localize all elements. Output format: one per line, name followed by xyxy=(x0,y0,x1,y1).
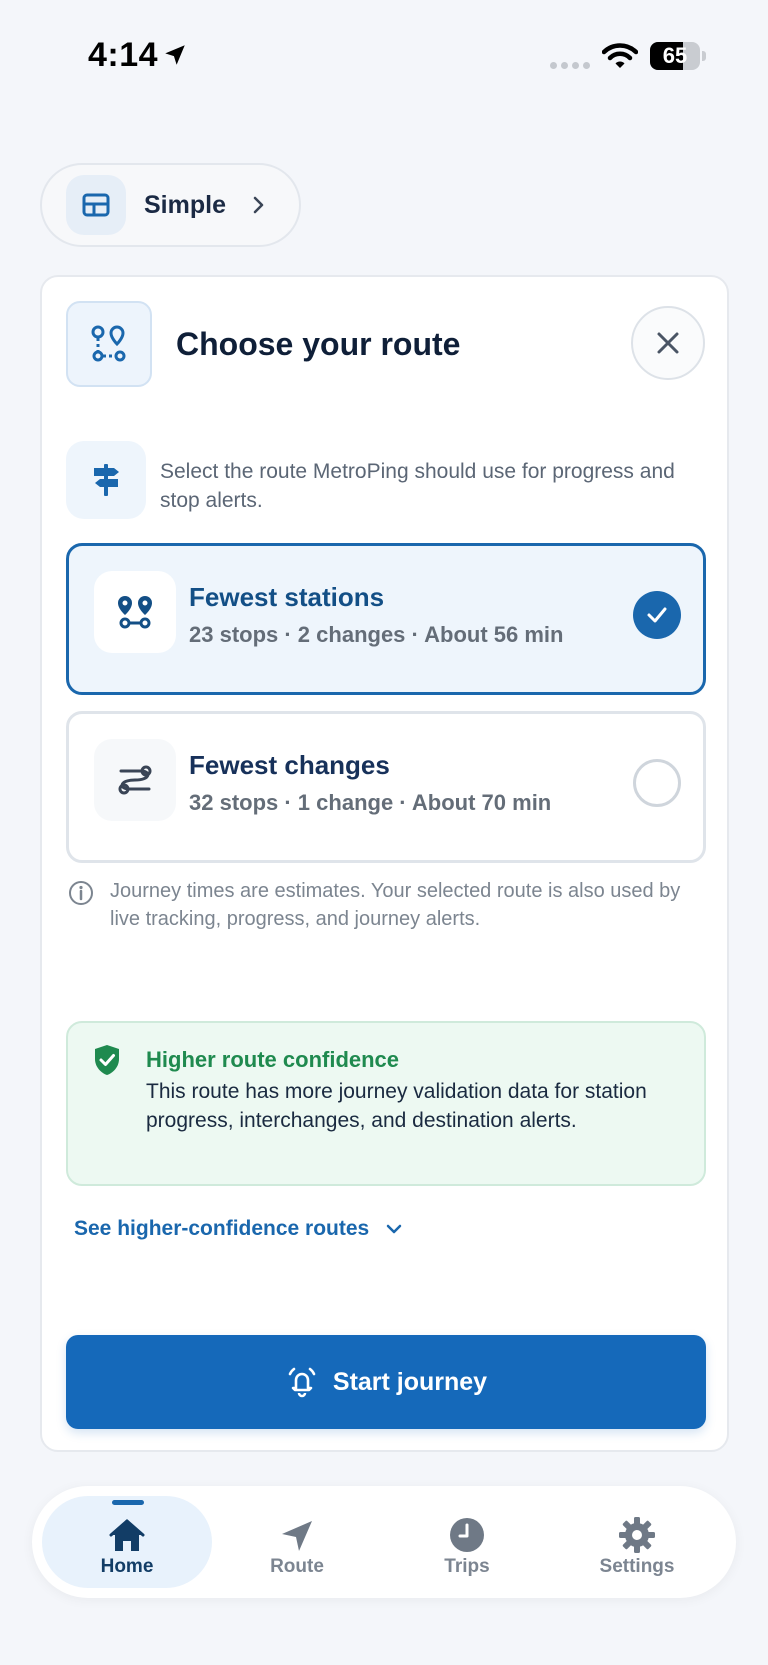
map-pins-icon xyxy=(94,571,176,653)
status-time: 4:14 xyxy=(88,36,159,74)
close-button[interactable] xyxy=(631,306,705,380)
shield-check-icon xyxy=(95,1045,119,1075)
see-more-label: See higher-confidence routes xyxy=(74,1217,370,1240)
route-confidence-banner: Higher route confidence This route has m… xyxy=(66,1021,706,1186)
start-journey-button[interactable]: Start journey xyxy=(66,1335,706,1429)
gear-icon xyxy=(619,1517,655,1553)
status-bar: 4:14 65 xyxy=(0,0,768,110)
close-icon xyxy=(657,332,679,354)
nav-item-trips[interactable]: Trips xyxy=(382,1496,552,1588)
battery-level: 65 xyxy=(662,43,688,68)
hint-text: Select the route MetroPing should use fo… xyxy=(160,460,675,512)
info-text: Journey times are estimates. Your select… xyxy=(110,880,681,930)
mode-selector-pill[interactable]: Simple xyxy=(40,163,301,247)
route-option-details: 32 stops · 1 change · About 70 min xyxy=(189,790,552,815)
route-option-title: Fewest stations xyxy=(189,582,385,612)
battery-nub xyxy=(702,51,706,61)
chevron-down-icon xyxy=(386,1224,402,1234)
confidence-text: This route has more journey validation d… xyxy=(146,1080,647,1132)
active-tab-indicator xyxy=(112,1500,144,1505)
selected-check-radio[interactable] xyxy=(633,591,681,639)
clock-icon xyxy=(450,1518,484,1552)
card-title: Choose your route xyxy=(176,326,461,362)
home-icon xyxy=(109,1519,145,1551)
nav-label: Home xyxy=(100,1556,154,1577)
nav-item-settings[interactable]: Settings xyxy=(552,1496,722,1588)
see-higher-confidence-routes-link[interactable]: See higher-confidence routes xyxy=(74,1217,403,1241)
start-journey-label: Start journey xyxy=(332,1367,488,1396)
confidence-title: Higher route confidence xyxy=(146,1047,400,1072)
cellular-signal-icon xyxy=(550,62,590,69)
nav-item-route[interactable]: Route xyxy=(212,1496,382,1588)
chevron-right-icon xyxy=(253,196,264,214)
battery-icon: 65 xyxy=(650,42,700,70)
unselected-radio[interactable] xyxy=(633,759,681,807)
signpost-icon xyxy=(66,441,146,519)
route-option-fewest-changes[interactable]: Fewest changes 32 stops · 1 change · Abo… xyxy=(66,711,706,863)
bell-ringing-icon xyxy=(288,1367,316,1398)
navigation-arrow-icon xyxy=(282,1521,312,1551)
route-pins-icon xyxy=(66,301,152,387)
nav-label: Settings xyxy=(599,1556,675,1577)
nav-label: Route xyxy=(270,1556,324,1577)
location-arrow-icon xyxy=(165,45,185,65)
route-switch-icon xyxy=(94,739,176,821)
nav-label: Trips xyxy=(444,1556,490,1577)
bottom-navigation: Home Route Trips Settings xyxy=(32,1486,736,1598)
nav-item-home[interactable]: Home xyxy=(42,1496,212,1588)
route-option-title: Fewest changes xyxy=(189,750,390,780)
choose-route-card: Choose your route Select the route Metro… xyxy=(40,275,729,1452)
layout-icon xyxy=(66,175,126,235)
route-option-fewest-stations[interactable]: Fewest stations 23 stops · 2 changes · A… xyxy=(66,543,706,695)
route-option-details: 23 stops · 2 changes · About 56 min xyxy=(189,622,564,647)
mode-label: Simple xyxy=(144,190,226,219)
info-icon xyxy=(69,881,93,905)
route-hint: Select the route MetroPing should use fo… xyxy=(66,441,706,521)
wifi-icon xyxy=(602,43,638,68)
checkmark-icon xyxy=(647,607,667,623)
